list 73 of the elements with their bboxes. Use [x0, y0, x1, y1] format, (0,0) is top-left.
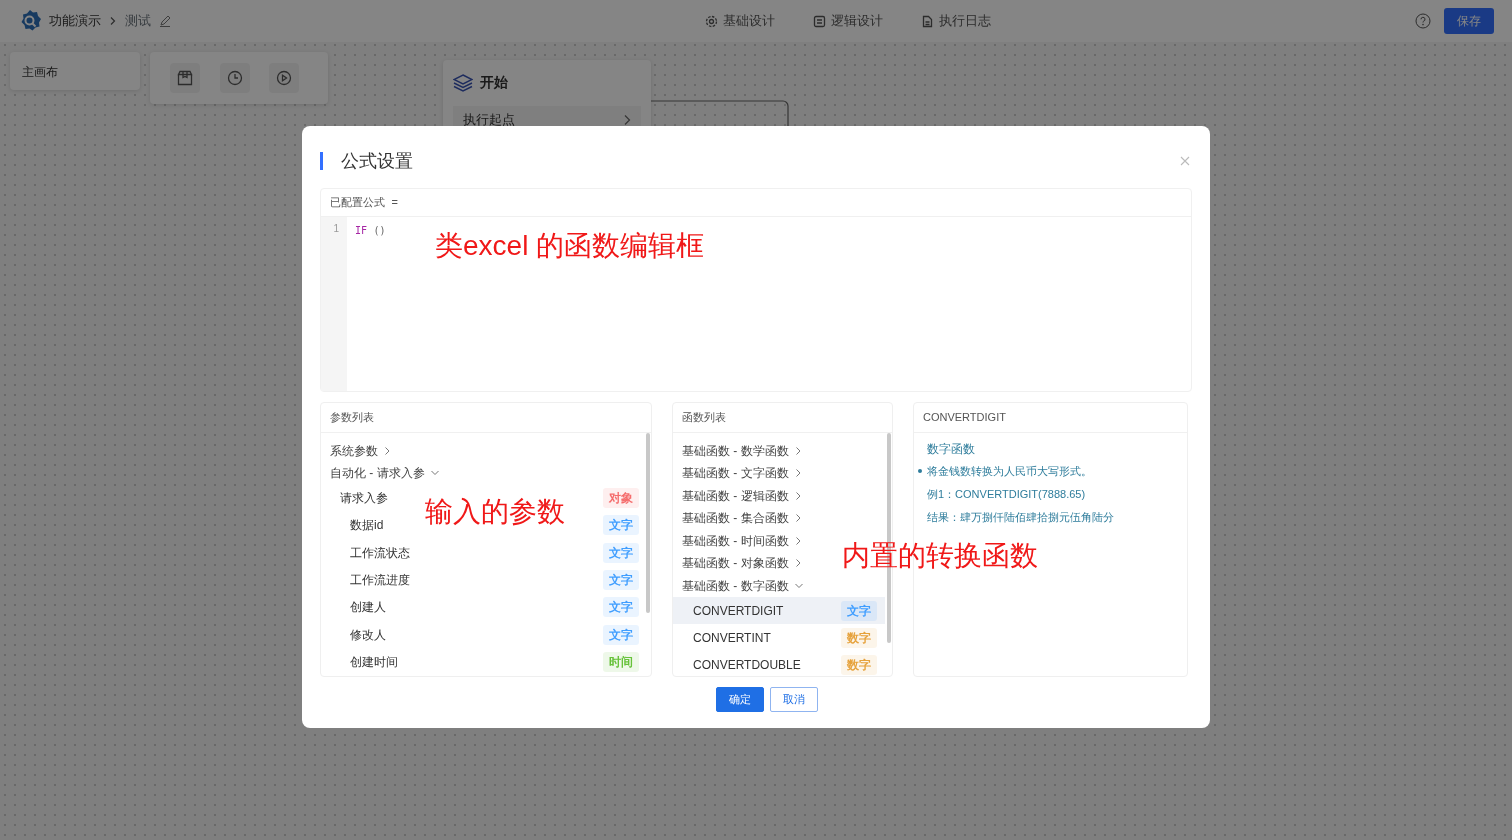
canvas-panel[interactable]: 主画布 — [10, 52, 140, 90]
panel-title: CONVERTDIGIT — [914, 403, 1187, 433]
panel-title: 函数列表 — [673, 403, 892, 433]
clock-icon — [226, 70, 243, 86]
play-icon — [276, 70, 292, 86]
tool-button[interactable] — [219, 63, 250, 93]
tree-item[interactable]: 修改人 — [350, 625, 386, 644]
annotation-text: 输入的参数 — [425, 498, 565, 526]
bullet-icon — [918, 468, 922, 473]
item-label: CONVERTDOUBLE — [693, 657, 801, 675]
tree-item[interactable]: 基础函数 - 文字函数 — [682, 464, 789, 483]
tree-item[interactable]: 基础函数 - 逻辑函数 — [682, 486, 789, 505]
detail-example: 例1：CONVERTDIGIT(7888.65) — [927, 486, 1087, 502]
tree-item[interactable]: 工作流进度 — [350, 571, 410, 590]
tree-item[interactable]: CONVERTDIGIT 文字 — [673, 597, 885, 625]
tree-item[interactable]: 创建时间 — [350, 652, 398, 671]
item-label: CONVERTDIGIT — [693, 602, 784, 620]
type-tag: 数字 — [841, 655, 877, 676]
tree-item[interactable]: 基础函数 - 对象函数 — [682, 554, 789, 573]
chevron-right-icon — [108, 16, 117, 26]
edit-icon[interactable] — [158, 15, 171, 27]
layers-icon — [453, 73, 473, 92]
cancel-button[interactable]: 取消 — [770, 687, 819, 712]
tree-item[interactable]: CONVERTDOUBLE 数字 — [673, 651, 885, 676]
code-token: () — [373, 223, 386, 238]
confirm-button[interactable]: 确定 — [715, 687, 764, 712]
type-tag: 文字 — [603, 542, 639, 563]
tree-item[interactable]: 基础函数 - 数学函数 — [682, 441, 789, 460]
type-tag: 数字 — [841, 627, 877, 648]
type-tag: 文字 — [603, 570, 639, 591]
type-tag: 时间 — [603, 651, 639, 672]
nav-tab[interactable]: 执行日志 — [920, 11, 991, 31]
package-icon — [177, 70, 193, 86]
tree-item[interactable]: 基础函数 - 时间函数 — [682, 531, 789, 550]
help-icon[interactable] — [1415, 13, 1431, 29]
gear-icon — [704, 14, 718, 28]
code-token: IF — [355, 223, 368, 238]
detail-result: 结果：肆万捌仟陆佰肆拾捌元伍角陆分 — [927, 509, 1115, 525]
tree-item[interactable]: CONVERTINT 数字 — [673, 624, 885, 652]
detail-category: 数字函数 — [927, 440, 976, 458]
nav-tab[interactable]: 逻辑设计 — [812, 11, 883, 31]
tool-button[interactable] — [269, 63, 299, 93]
close-icon[interactable] — [1180, 156, 1190, 166]
tree-item[interactable]: 基础函数 - 集合函数 — [682, 509, 789, 528]
operator-label: = — [391, 195, 398, 210]
panel-title: 参数列表 — [321, 403, 651, 433]
nav-tab[interactable]: 基础设计 — [704, 11, 775, 31]
chevron-right-icon — [623, 113, 631, 126]
item-label: CONVERTINT — [693, 629, 771, 647]
app-name: 功能演示 — [48, 12, 101, 31]
node-row-label: 执行起点 — [463, 111, 515, 129]
annotation-text: 内置的转换函数 — [842, 542, 1038, 570]
tree-item[interactable]: 工作流状态 — [350, 543, 410, 562]
type-tag: 文字 — [841, 600, 877, 621]
dialog-title: 公式设置 — [320, 152, 413, 170]
tree-item[interactable]: 请求入参 — [340, 489, 388, 508]
description-text: 将金钱数转换为人民币大写形式。 — [927, 463, 1092, 479]
tree-item[interactable]: 数据id — [350, 516, 384, 535]
tree-item[interactable]: 创建人 — [350, 598, 386, 617]
node-title: 开始 — [479, 73, 508, 92]
type-tag: 文字 — [603, 597, 639, 618]
type-tag: 对象 — [603, 488, 639, 509]
annotation-text: 类excel 的函数编辑框 — [435, 232, 705, 260]
layout-icon — [812, 14, 826, 28]
tree-item[interactable]: 系统参数 — [330, 441, 378, 460]
editor-label: 已配置公式 — [330, 195, 385, 210]
tree-item[interactable]: 基础函数 - 数字函数 — [682, 576, 789, 595]
document-icon — [920, 14, 934, 28]
tool-button[interactable] — [170, 63, 200, 93]
tree-item[interactable]: 自动化 - 请求入参 — [330, 464, 425, 483]
type-tag: 文字 — [603, 515, 639, 536]
line-number: 1 — [332, 221, 339, 236]
type-tag: 文字 — [603, 624, 639, 645]
